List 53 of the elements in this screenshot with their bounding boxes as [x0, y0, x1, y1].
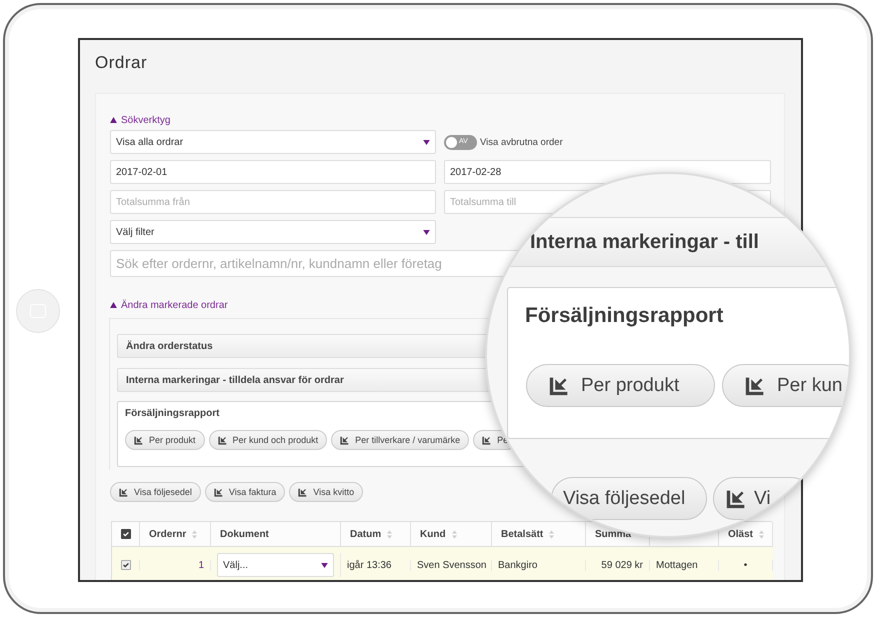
order-filter-select[interactable]: Visa alla ordrar: [110, 130, 436, 154]
filter-select[interactable]: Välj filter: [110, 220, 436, 244]
table-cell: Mottagen: [656, 560, 698, 570]
collapse-icon[interactable]: [110, 117, 117, 123]
toggle-label: Visa avbrutna order: [480, 136, 563, 148]
document-button[interactable]: Visa faktura: [204, 482, 286, 502]
report-button[interactable]: Per produkt: [125, 430, 205, 450]
total-from-field[interactable]: Totalsumma från: [110, 190, 436, 214]
chart-export-icon: [218, 436, 227, 444]
report-button[interactable]: Per tillverkare / varumärke: [331, 430, 470, 450]
column-header[interactable]: Datum: [350, 528, 382, 540]
caret-icon: [321, 562, 328, 568]
chart-export-icon: [214, 488, 223, 496]
table-cell: igår 13:36: [347, 560, 392, 570]
document-select[interactable]: Välj...: [217, 553, 334, 577]
sort-icon: [759, 530, 764, 538]
chart-export-icon: [119, 488, 128, 496]
caret-icon: [423, 140, 430, 144]
chart-export-icon: [549, 376, 569, 396]
sort-icon: [549, 530, 554, 538]
report-title: Försäljningsrapport: [125, 408, 220, 419]
chart-export-icon: [298, 488, 308, 496]
column-header[interactable]: Oläst: [728, 528, 754, 540]
chart-export-icon: [134, 436, 143, 444]
column-header[interactable]: Ordernr: [149, 528, 186, 540]
table-cell: •: [744, 560, 748, 570]
document-button[interactable]: Visa följesedel: [110, 482, 201, 502]
sort-icon: [192, 530, 198, 538]
row-checkbox[interactable]: [120, 560, 130, 570]
table-cell: 59 029 kr: [601, 560, 643, 570]
table-cell: Sven Svensson: [417, 560, 486, 570]
table-cell: Bankgiro: [498, 560, 538, 570]
column-header[interactable]: Dokument: [220, 528, 269, 540]
chart-export-icon: [482, 436, 492, 444]
report-title: Försäljningsrapport: [525, 304, 724, 328]
caret-icon: [423, 230, 430, 234]
table-row[interactable]: 1 Välj... igår 13:36 Sven Svensson Bankgiro 59 029 kr Mottagen •: [112, 547, 773, 580]
sort-icon: [387, 530, 392, 538]
column-header[interactable]: Betalsätt: [501, 528, 544, 540]
chart-export-icon: [726, 488, 746, 508]
sort-icon: [452, 530, 457, 538]
chart-export-icon: [745, 376, 765, 396]
select-all-checkbox[interactable]: [120, 529, 130, 539]
section-heading[interactable]: Sökverktyg: [121, 114, 170, 126]
collapse-icon[interactable]: [110, 302, 117, 308]
date-from-field[interactable]: 2017-02-01: [110, 160, 436, 184]
document-button[interactable]: Visa kvitto: [289, 482, 364, 502]
section-heading[interactable]: Ändra markerade ordrar: [121, 300, 228, 310]
column-header[interactable]: Kund: [420, 528, 446, 540]
order-number-link[interactable]: 1: [198, 560, 204, 570]
page-title: Ordrar: [95, 52, 148, 73]
report-button[interactable]: Per kund och produkt: [208, 430, 328, 450]
chart-export-icon: [340, 436, 350, 444]
